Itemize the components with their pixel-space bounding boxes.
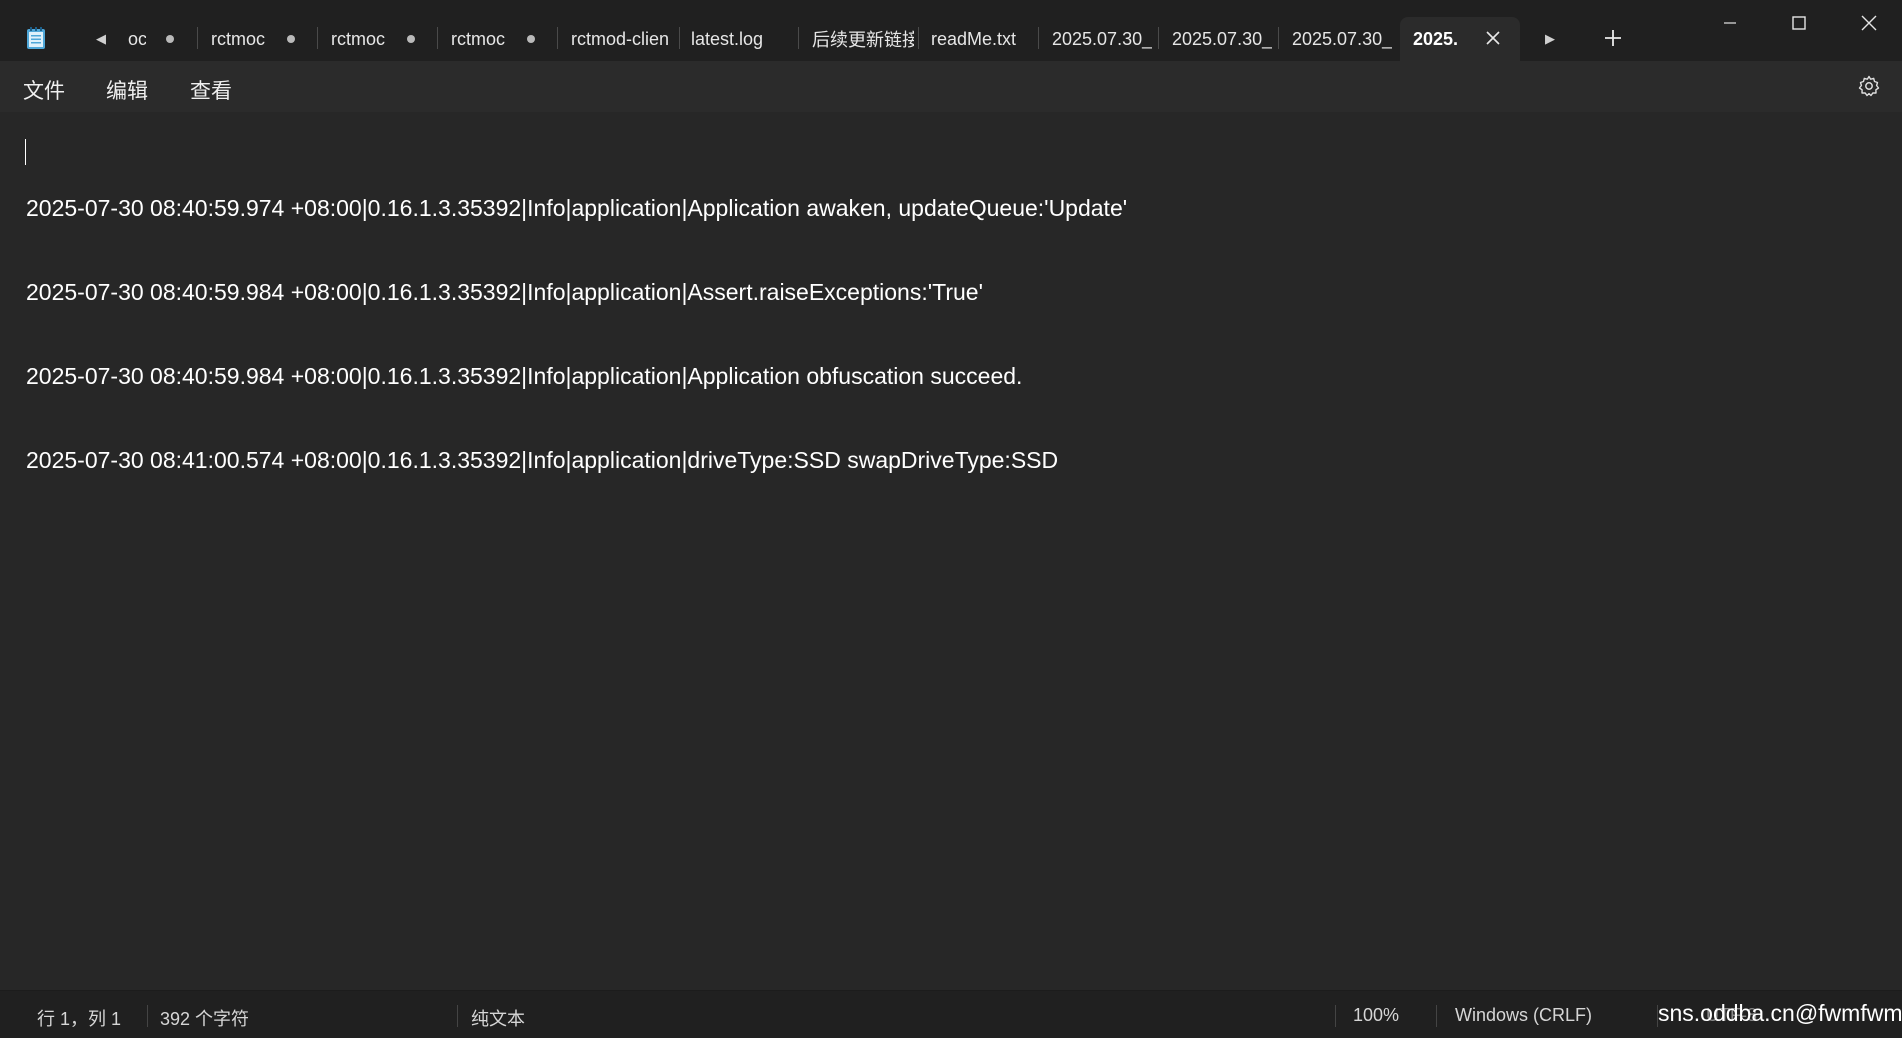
minimize-icon[interactable] <box>1710 8 1750 38</box>
tab-2[interactable]: rctmoc <box>331 17 427 61</box>
watermark-text: sns.oddba.cn@fwmfwm <box>1658 1000 1902 1026</box>
text-editor[interactable]: 2025-07-30 08:40:59.974 +08:00|0.16.1.3.… <box>0 112 1902 990</box>
zoom-level[interactable]: 100% <box>1353 1005 1399 1026</box>
tab-active[interactable]: 2025. <box>1400 17 1520 61</box>
settings-gear-icon[interactable] <box>1857 74 1881 98</box>
status-divider <box>1436 1005 1437 1027</box>
menu-edit[interactable]: 编辑 <box>106 75 148 105</box>
tab-divider <box>1158 27 1159 49</box>
editor-content[interactable]: 2025-07-30 08:40:59.974 +08:00|0.16.1.3.… <box>26 138 1127 530</box>
tab-label: latest.log <box>691 28 764 49</box>
tab-5[interactable]: latest.log <box>691 17 791 61</box>
tab-9[interactable]: 2025.07.30_0 <box>1172 17 1272 61</box>
menu-file[interactable]: 文件 <box>23 75 65 105</box>
tab-3[interactable]: rctmoc <box>451 17 547 61</box>
tab-7[interactable]: readMe.txt <box>931 17 1031 61</box>
status-divider <box>1335 1005 1336 1027</box>
tab-label: rctmoc <box>211 28 265 49</box>
scroll-tabs-left-icon[interactable]: ◀ <box>92 30 110 48</box>
tab-4[interactable]: rctmod-clien <box>571 17 673 61</box>
tab-1[interactable]: rctmoc <box>211 17 307 61</box>
tab-label: readMe.txt <box>931 28 1017 49</box>
maximize-icon[interactable] <box>1779 8 1819 38</box>
status-bar: 行 1，列 1 392 个字符 纯文本 100% Windows (CRLF) … <box>0 990 1902 1038</box>
tab-8[interactable]: 2025.07.30_0 <box>1052 17 1152 61</box>
tab-divider <box>1278 27 1279 49</box>
tab-label: rctmoc <box>331 28 385 49</box>
editor-line: 2025-07-30 08:41:00.574 +08:00|0.16.1.3.… <box>26 447 1059 473</box>
tab-divider <box>798 27 799 49</box>
unsaved-dot-icon <box>166 35 174 43</box>
new-tab-icon[interactable] <box>1601 26 1625 50</box>
tab-label: rctmod-clien <box>571 28 670 49</box>
document-format: 纯文本 <box>471 1009 525 1029</box>
close-tab-icon[interactable] <box>1484 29 1502 47</box>
tab-label: rctmoc <box>451 28 505 49</box>
tab-divider <box>1038 27 1039 49</box>
close-window-icon[interactable] <box>1849 8 1889 38</box>
line-ending[interactable]: Windows (CRLF) <box>1455 1005 1592 1026</box>
tab-label: 2025.07.30_0 <box>1052 28 1152 49</box>
menu-view[interactable]: 查看 <box>190 75 232 105</box>
notepad-window: ◀ oc rctmoc rctmoc rctmoc rctmod-clien l… <box>0 0 1902 1038</box>
notepad-app-icon <box>27 27 45 49</box>
unsaved-dot-icon <box>407 35 415 43</box>
editor-line: 2025-07-30 08:40:59.974 +08:00|0.16.1.3.… <box>26 195 1128 221</box>
scroll-tabs-right-icon[interactable]: ▶ <box>1541 30 1559 48</box>
tab-divider <box>918 27 919 49</box>
tab-divider <box>317 27 318 49</box>
editor-line: 2025-07-30 08:40:59.984 +08:00|0.16.1.3.… <box>26 363 1023 389</box>
character-count: 392 个字符 <box>160 1009 250 1029</box>
unsaved-dot-icon <box>287 35 295 43</box>
tab-divider <box>197 27 198 49</box>
tab-label: 2025.07.30_0 <box>1292 28 1392 49</box>
tab-divider <box>679 27 680 49</box>
status-divider <box>147 1005 148 1027</box>
tab-0[interactable]: oc <box>128 17 186 61</box>
tab-label: 2025.07.30_0 <box>1172 28 1272 49</box>
tab-divider <box>557 27 558 49</box>
tab-bar: ◀ oc rctmoc rctmoc rctmoc rctmod-clien l… <box>0 0 1902 61</box>
tab-label: oc <box>128 28 146 49</box>
tab-divider <box>437 27 438 49</box>
tab-label: 2025. <box>1413 28 1459 49</box>
status-divider <box>457 1005 458 1027</box>
tab-10[interactable]: 2025.07.30_0 <box>1292 17 1392 61</box>
unsaved-dot-icon <box>527 35 535 43</box>
editor-line: 2025-07-30 08:40:59.984 +08:00|0.16.1.3.… <box>26 279 983 305</box>
tab-label: 后续更新链接 <box>812 30 914 50</box>
cursor-position[interactable]: 行 1，列 1 <box>37 1005 121 1031</box>
tab-6[interactable]: 后续更新链接 <box>812 17 914 61</box>
menu-bar: 文件 编辑 查看 <box>0 61 1902 113</box>
